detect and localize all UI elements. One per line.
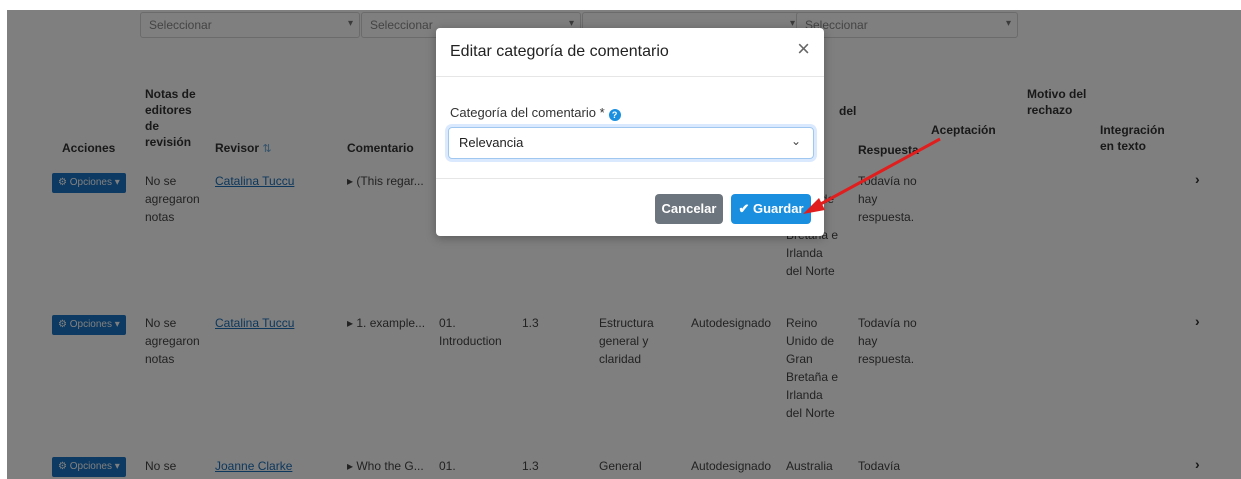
screen: Seleccionar▾ Seleccionar▾ ▾ Seleccionar▾… xyxy=(0,0,1241,479)
page-canvas: Seleccionar▾ Seleccionar▾ ▾ Seleccionar▾… xyxy=(7,10,1241,479)
annotation-arrow xyxy=(803,137,941,214)
